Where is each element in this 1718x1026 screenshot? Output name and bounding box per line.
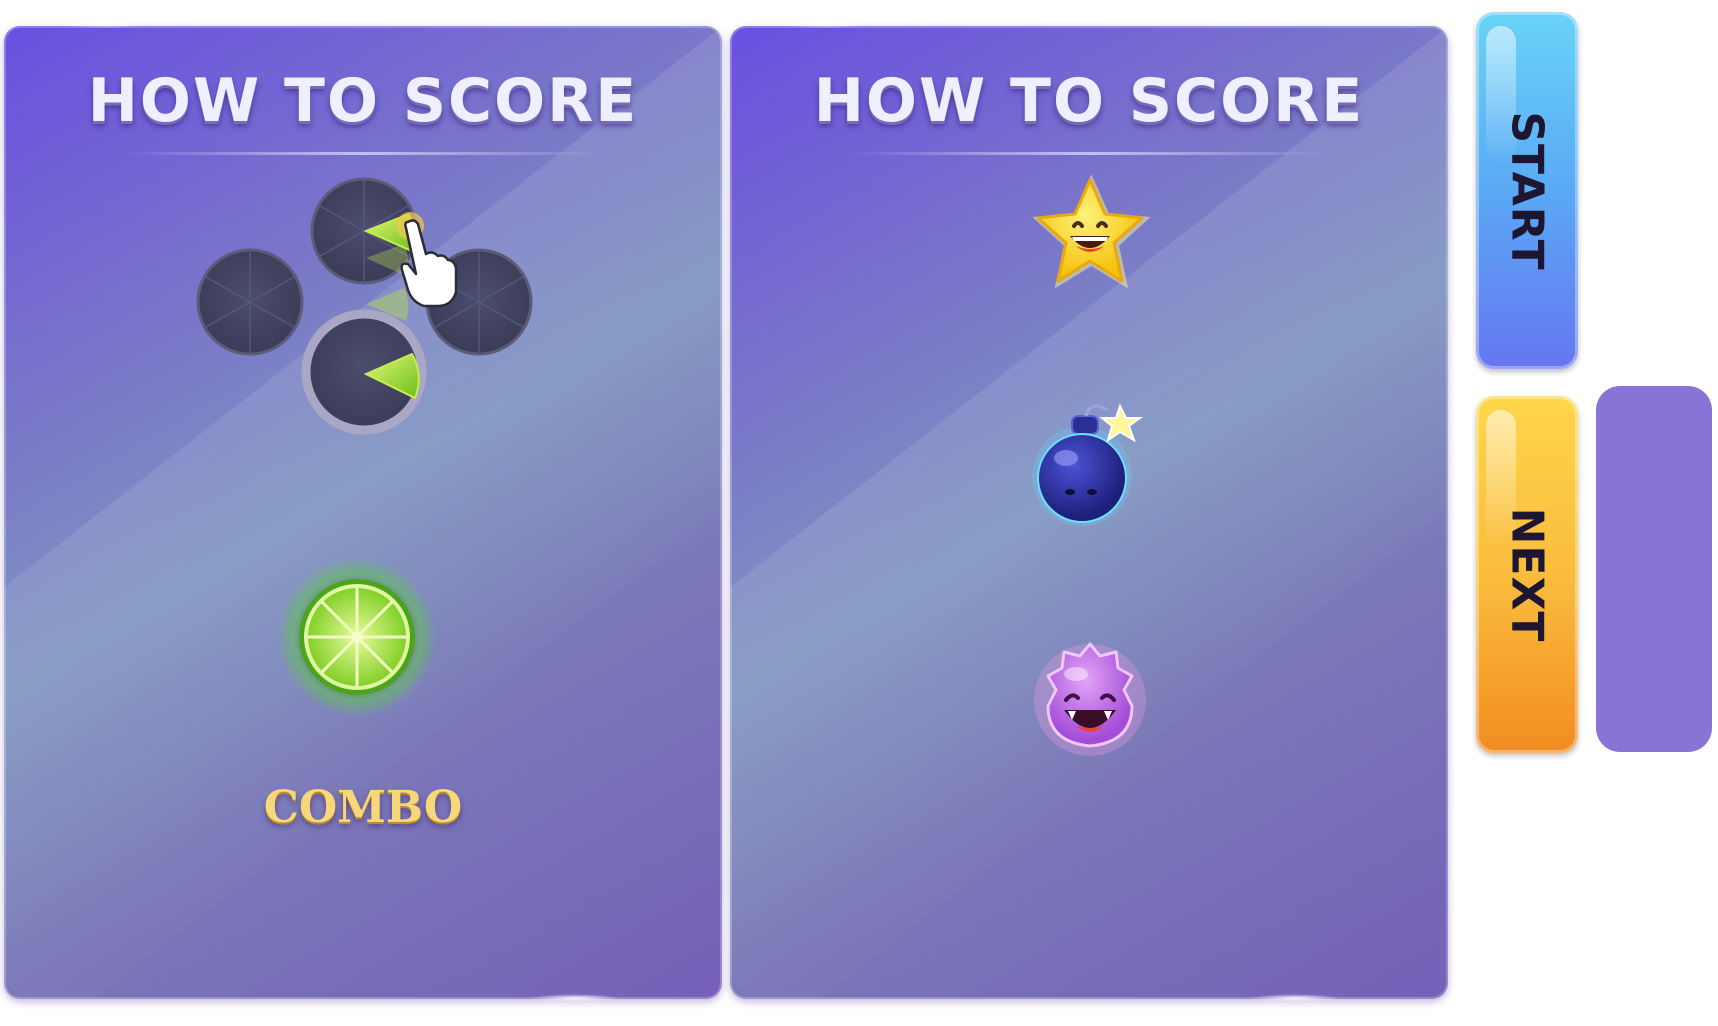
button-placeholder	[1596, 386, 1712, 752]
title-divider	[124, 152, 602, 155]
start-button[interactable]: START	[1476, 12, 1578, 369]
next-button-label: NEXT	[1501, 507, 1553, 642]
title-divider	[850, 152, 1328, 155]
lime-slice-icon	[277, 557, 437, 717]
panel-glow	[530, 994, 620, 1002]
combo-label: COMBO	[263, 782, 463, 833]
panel-glow	[60, 20, 150, 28]
start-button-label: START	[1501, 110, 1553, 271]
panel-title: HOW TO SCORE	[813, 66, 1365, 136]
how-to-score-panel-left: HOW TO SCORE COMBO	[4, 26, 722, 999]
panel-glow	[1250, 994, 1340, 1002]
bomb-icon	[1032, 403, 1144, 526]
panel-glow	[780, 20, 870, 28]
tap-pad-icon	[196, 248, 304, 356]
how-to-score-panel-right: HOW TO SCORE	[730, 26, 1448, 999]
tap-pad-icon	[301, 288, 427, 435]
panel-title: HOW TO SCORE	[87, 66, 639, 136]
smiling-star-icon	[1032, 174, 1151, 289]
purple-monster-icon	[1034, 642, 1146, 756]
tap-pads-illustration	[196, 177, 533, 435]
next-button[interactable]: NEXT	[1476, 396, 1578, 753]
